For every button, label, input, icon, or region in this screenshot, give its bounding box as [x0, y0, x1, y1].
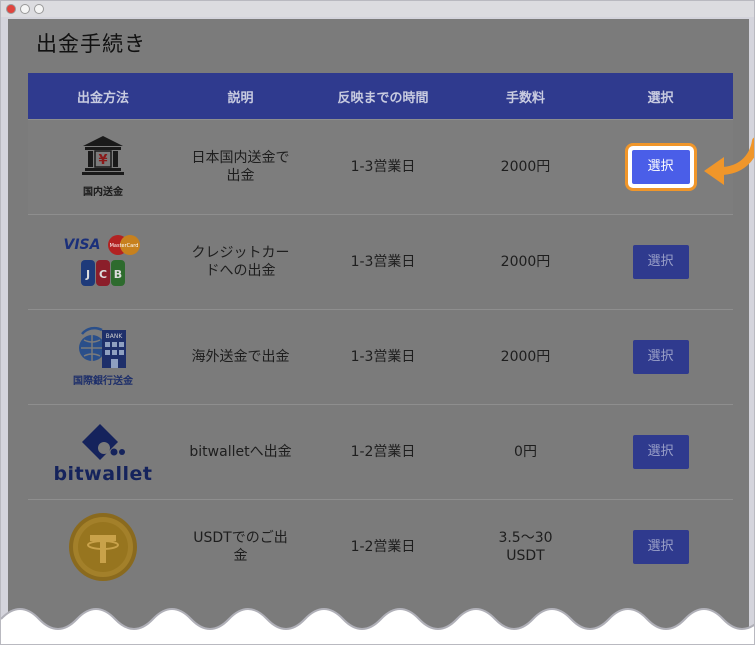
select-cell: 選択	[588, 245, 733, 279]
select-cell: 選択	[588, 435, 733, 469]
description-cell: USDTでのご出金	[193, 530, 288, 564]
close-window-icon[interactable]	[6, 4, 16, 14]
fee-cell: 0円	[514, 444, 537, 460]
select-button-credit-card[interactable]: 選択	[632, 245, 689, 279]
description-cell: クレジットカードへの出金	[191, 245, 290, 279]
description-cell: 海外送金で出金	[191, 349, 290, 365]
header-fee: 手数料	[505, 90, 545, 106]
withdrawal-table: 出金方法 説明 反映までの時間 手数料 選択 ¥ 国内送金 日本国内送金で出金 …	[28, 73, 754, 594]
window-titlebar	[1, 1, 754, 17]
pointer-arrow-icon	[704, 137, 754, 185]
browser-window: 出金手続き 出金方法 説明 反映までの時間 手数料 選択 ¥ 国内送金 日本国内…	[0, 0, 755, 645]
international-bank-icon: BANK 国際銀行送金	[73, 324, 133, 391]
header-method: 出金方法	[76, 90, 129, 106]
table-row-usdt: USDTでのご出金 1-2営業日 3.5～30 USDT 選択	[28, 499, 733, 594]
usdt-coin-icon	[69, 513, 137, 581]
time-cell: 1-3営業日	[350, 254, 416, 270]
jcb-logo: J C B	[81, 259, 125, 286]
bank-icon: ¥ 国内送金	[78, 133, 128, 202]
method-cell: BANK 国際銀行送金	[28, 324, 178, 391]
method-cell: ¥ 国内送金	[28, 133, 178, 202]
method-cell	[28, 512, 178, 582]
method-label: bitwallet	[53, 462, 153, 485]
table-row-international: BANK 国際銀行送金 海外送金で出金 1-3営業日 2000円 選択	[28, 309, 733, 404]
description-cell: bitwalletへ出金	[189, 444, 292, 460]
time-cell: 1-2営業日	[350, 444, 416, 460]
fee-cell: 2000円	[500, 349, 551, 365]
header-description: 説明	[227, 90, 254, 106]
time-cell: 1-2営業日	[350, 539, 416, 555]
mastercard-logo: MasterCard	[108, 234, 141, 255]
page-content: 出金手続き 出金方法 説明 反映までの時間 手数料 選択 ¥ 国内送金 日本国内…	[8, 19, 754, 639]
select-cell: 選択	[588, 340, 733, 374]
svg-text:¥: ¥	[98, 153, 107, 168]
fee-cell: 2000円	[500, 159, 551, 175]
header-select: 選択	[647, 90, 674, 106]
maximize-window-icon[interactable]	[34, 4, 44, 14]
table-row-domestic: ¥ 国内送金 日本国内送金で出金 1-3営業日 2000円 選択	[28, 119, 754, 214]
select-button-domestic[interactable]: 選択	[631, 150, 690, 184]
fee-cell: 3.5～30 USDT	[498, 530, 553, 564]
method-label: 国内送金	[83, 186, 123, 198]
svg-text:C: C	[99, 268, 107, 281]
header-time: 反映までの時間	[337, 90, 429, 106]
svg-text:MasterCard: MasterCard	[110, 243, 139, 249]
description-cell: 日本国内送金で出金	[191, 150, 290, 184]
time-cell: 1-3営業日	[350, 159, 416, 175]
svg-text:J: J	[85, 268, 90, 281]
method-label: 国際銀行送金	[73, 375, 133, 387]
table-header: 出金方法 説明 反映までの時間 手数料 選択	[28, 73, 733, 119]
select-cell: 選択	[588, 137, 754, 191]
select-button-bitwallet[interactable]: 選択	[632, 435, 689, 469]
svg-text:B: B	[114, 268, 122, 281]
torn-edge-divider	[1, 608, 754, 644]
highlight-frame: 選択	[624, 143, 697, 191]
page-title: 出金手続き	[36, 32, 146, 56]
select-button-usdt[interactable]: 選択	[632, 530, 689, 564]
fee-cell: 2000円	[500, 254, 551, 270]
minimize-window-icon[interactable]	[20, 4, 30, 14]
svg-text:BANK: BANK	[106, 333, 124, 340]
time-cell: 1-3営業日	[350, 349, 416, 365]
visa-logo: VISA	[63, 236, 101, 253]
method-cell: VISA MasterCard J C B	[28, 234, 178, 291]
credit-card-logos: VISA MasterCard J C B	[58, 234, 148, 291]
method-cell: bitwallet	[28, 422, 178, 483]
table-row-bitwallet: bitwallet bitwalletへ出金 1-2営業日 0円 選択	[28, 404, 733, 499]
table-row-credit-card: VISA MasterCard J C B クレジットカードへの出金 1-3営業…	[28, 214, 733, 309]
select-button-international[interactable]: 選択	[632, 340, 689, 374]
select-cell: 選択	[588, 530, 733, 564]
bitwallet-logo: bitwallet	[53, 422, 152, 483]
